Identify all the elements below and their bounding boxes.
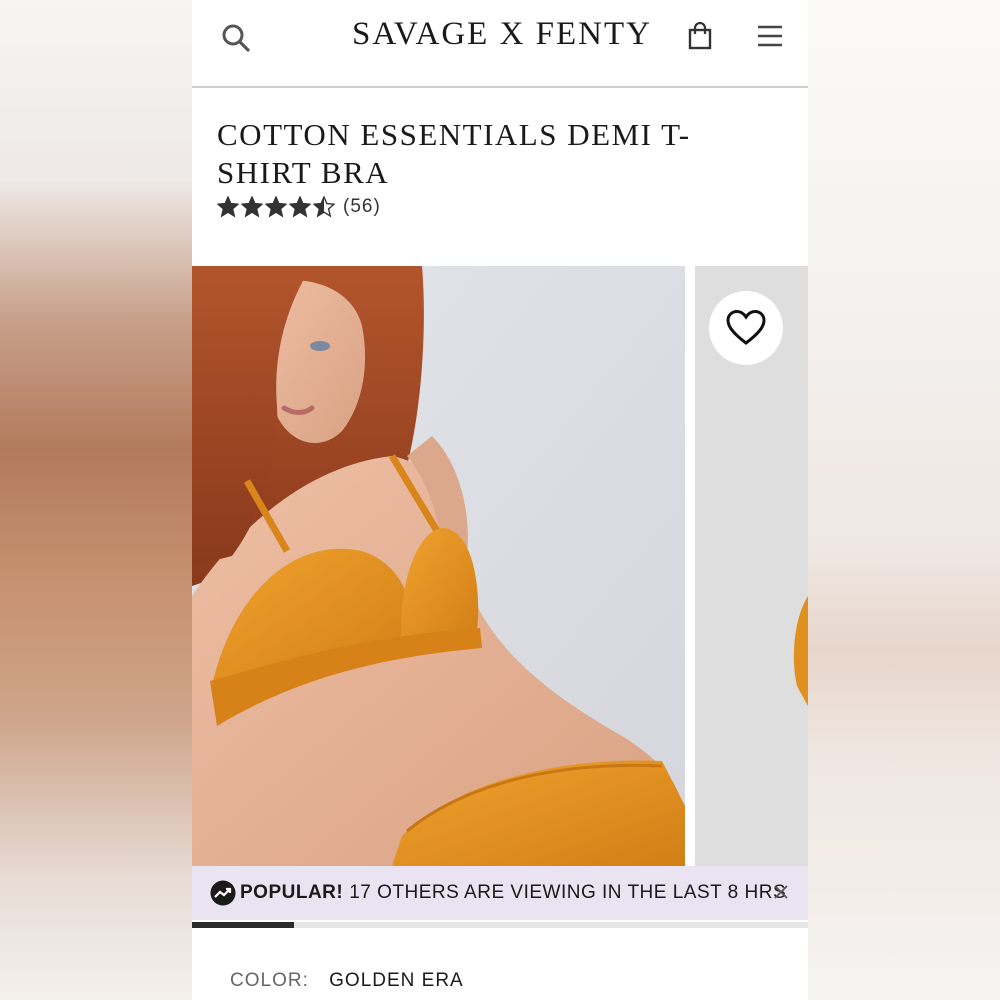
carousel-progress [192,922,808,928]
product-image-main[interactable] [192,266,685,866]
close-icon [774,885,788,899]
menu-button[interactable] [752,18,788,54]
banner-close-button[interactable] [768,879,794,905]
color-selection: COLOR: GOLDEN ERA [230,970,464,992]
star-full-icon [265,196,287,218]
shopping-bag-button[interactable] [684,18,716,54]
heart-icon [726,310,766,345]
star-rating [217,196,335,218]
product-rating[interactable]: (56) [217,196,757,218]
trending-up-icon [210,880,236,906]
color-label: COLOR: [230,970,309,991]
wishlist-button[interactable] [709,291,783,365]
carousel-progress-fill [192,922,295,928]
search-icon [222,24,250,52]
product-title-line2: SHIRT BRA [217,155,390,190]
hamburger-menu-icon [758,25,782,47]
popular-banner: POPULAR! 17 OTHERS ARE VIEWING IN THE LA… [192,866,808,920]
color-value: GOLDEN ERA [329,970,464,991]
popular-label: POPULAR! [240,882,344,903]
model-photo [192,266,685,866]
star-full-icon [289,196,311,218]
star-full-icon [241,196,263,218]
backdrop-left [0,0,192,1000]
product-header: COTTON ESSENTIALS DEMI T- SHIRT BRA (56) [217,116,757,218]
backdrop-right [808,0,1000,1000]
product-image-carousel[interactable] [192,266,808,866]
search-button[interactable] [216,18,256,58]
brand-logo[interactable]: SAVAGE X FENTY [342,16,662,53]
product-title-line1: COTTON ESSENTIALS DEMI T- [217,117,691,152]
star-half-icon [313,196,335,218]
header-bar: SAVAGE X FENTY [192,0,808,88]
popular-text: 17 OTHERS ARE VIEWING IN THE LAST 8 HRS [349,882,787,903]
product-page: SAVAGE X FENTY COTTON ESSENTIALS DEMI T-… [192,0,808,1000]
product-title: COTTON ESSENTIALS DEMI T- SHIRT BRA [217,116,757,192]
star-full-icon [217,196,239,218]
review-count[interactable]: (56) [343,196,381,218]
shopping-bag-icon [688,22,712,50]
